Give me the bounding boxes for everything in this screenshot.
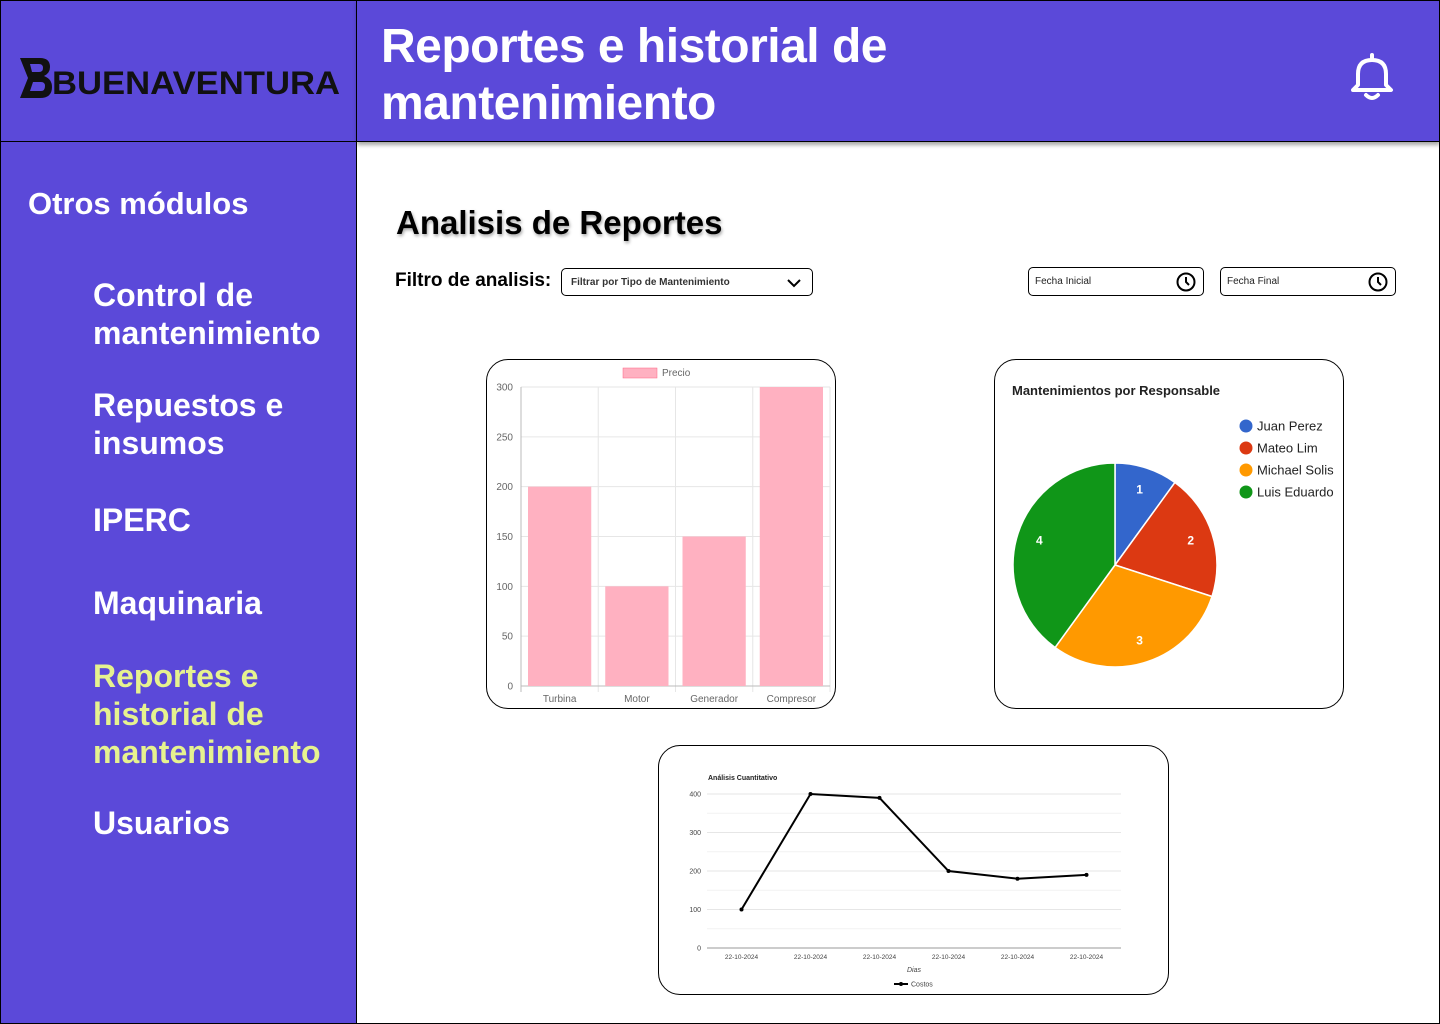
legend-marker-costos [899, 982, 903, 986]
price-bar-chart: Precio 0 50 100 150 200 250 300 Turbina Motor Gene… [496, 367, 831, 705]
page-title: Reportes e historial de mantenimiento [381, 20, 887, 130]
data-point [877, 795, 882, 800]
quantitative-line-chart-card: Análisis Cuantitativo 0 100 200 300 400 22-10-… [658, 745, 1169, 995]
y-tick-label: 100 [496, 582, 513, 593]
x-tick-label: Compresor [767, 694, 817, 705]
y-tick-label: 200 [689, 869, 701, 876]
x-tick-label: 22-10-2024 [794, 954, 828, 961]
legend-label-precio: Precio [662, 368, 691, 379]
maintenance-type-select[interactable]: Filtrar por Tipo de Mantenimiento [561, 268, 813, 296]
pie-slice-label: 3 [1136, 634, 1143, 648]
y-tick-label: 100 [689, 907, 701, 914]
x-tick-label: Generador [690, 694, 738, 705]
y-tick-label: 300 [689, 830, 701, 837]
logo-text: BUENAVENTURA [52, 65, 340, 100]
sidebar-item-reportes[interactable]: Reportes e historial de mantenimiento [93, 657, 343, 771]
responsible-pie-chart: Mantenimientos por Responsable 1 2 3 4 Juan P… [1012, 383, 1334, 668]
y-tick-label: 400 [689, 792, 701, 799]
data-point [808, 792, 813, 796]
pie-slice-label: 2 [1187, 533, 1194, 547]
responsible-pie-chart-card: Mantenimientos por Responsable 1 2 3 4 Juan P… [994, 359, 1344, 709]
y-tick-label: 250 [496, 432, 513, 443]
y-tick-label: 0 [507, 682, 513, 693]
clock-icon [1176, 272, 1196, 292]
section-title: Analisis de Reportes [396, 204, 723, 241]
sidebar-item-repuestos-insumos[interactable]: Repuestos e insumos [93, 386, 343, 462]
x-tick-label: Turbina [543, 694, 577, 705]
pie-slice-label: 4 [1036, 533, 1043, 547]
select-value: Filtrar por Tipo de Mantenimiento [571, 277, 730, 288]
y-tick-label: 300 [496, 383, 513, 394]
y-tick-label: 200 [496, 482, 513, 493]
legend-label: Luis Eduardo [1257, 485, 1334, 500]
quantitative-line-chart: Análisis Cuantitativo 0 100 200 300 400 22-10-… [689, 775, 1121, 989]
x-tick-label: 22-10-2024 [1070, 954, 1104, 961]
pie-slice-label: 1 [1136, 482, 1143, 496]
x-tick-label: 22-10-2024 [932, 954, 966, 961]
data-point [739, 907, 744, 912]
legend-marker [1239, 441, 1253, 455]
x-tick-label: Motor [624, 694, 650, 705]
sidebar-item-iperc[interactable]: IPERC [93, 501, 343, 539]
bar-motor [605, 586, 669, 686]
end-date-placeholder: Fecha Final [1227, 276, 1280, 287]
x-axis-label: Dias [907, 967, 922, 974]
legend-marker [1239, 485, 1253, 499]
y-tick-label: 0 [697, 946, 701, 953]
legend-label: Juan Perez [1257, 419, 1323, 434]
data-point [946, 869, 951, 873]
chevron-down-icon [787, 279, 801, 288]
line-chart-title: Análisis Cuantitativo [708, 775, 777, 782]
x-tick-label: 22-10-2024 [725, 954, 759, 961]
price-bar-chart-card: Precio 0 50 100 150 200 250 300 Turbina Motor Gene… [486, 359, 836, 709]
x-tick-label: 22-10-2024 [863, 954, 897, 961]
sidebar: Otros módulos Control de mantenimiento R… [0, 142, 357, 1024]
x-tick-label: 22-10-2024 [1001, 954, 1035, 961]
start-date-placeholder: Fecha Inicial [1035, 276, 1092, 287]
data-point [1015, 876, 1020, 881]
bar-turbina [528, 486, 592, 686]
page-header: Reportes e historial de mantenimiento [357, 0, 1440, 142]
bar-generador [682, 536, 746, 686]
legend-swatch-precio [622, 367, 658, 379]
legend-marker [1239, 463, 1253, 477]
filter-label: Filtro de analisis: [395, 270, 552, 291]
logo-area: BUENAVENTURA [0, 0, 357, 142]
pie-chart-title: Mantenimientos por Responsable [1012, 383, 1220, 398]
legend-label-costos: Costos [911, 982, 933, 989]
clock-icon [1368, 272, 1388, 292]
sidebar-item-control-mantenimiento[interactable]: Control de mantenimiento [93, 276, 343, 352]
bar-compresor [759, 387, 823, 686]
bell-icon[interactable] [1347, 50, 1397, 102]
sidebar-heading: Otros módulos [28, 186, 249, 221]
sidebar-item-maquinaria[interactable]: Maquinaria [93, 584, 343, 622]
end-date-field[interactable]: Fecha Final [1220, 267, 1396, 296]
start-date-field[interactable]: Fecha Inicial [1028, 267, 1204, 296]
buenaventura-logo[interactable]: BUENAVENTURA [18, 56, 344, 100]
legend-label: Mateo Lim [1257, 441, 1318, 456]
y-tick-label: 150 [496, 532, 513, 543]
sidebar-item-usuarios[interactable]: Usuarios [93, 804, 343, 842]
legend-label: Michael Solis [1257, 463, 1334, 478]
data-point [1084, 872, 1089, 877]
y-tick-label: 50 [502, 632, 514, 643]
legend-marker [1239, 419, 1253, 433]
